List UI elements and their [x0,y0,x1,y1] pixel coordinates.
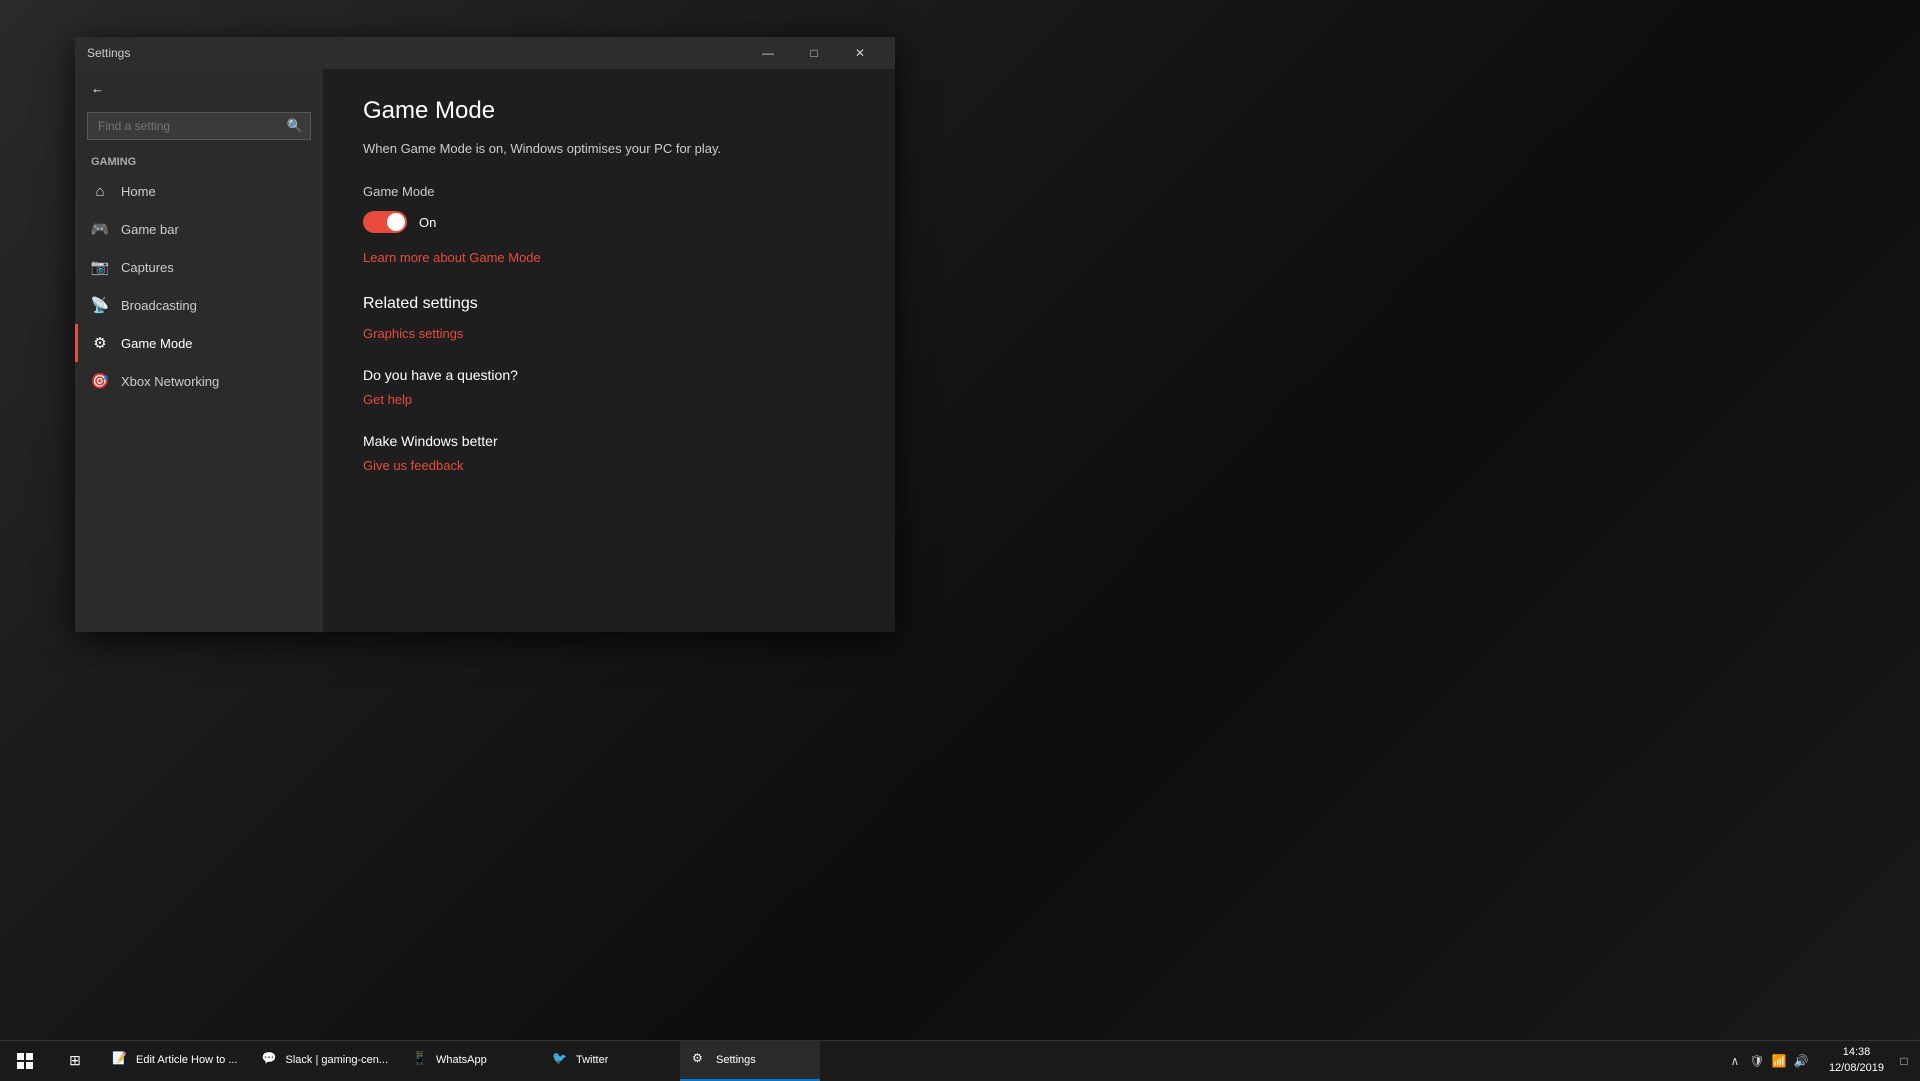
maximize-button[interactable]: □ [791,37,837,69]
question-heading: Do you have a question? [363,367,855,383]
taskbar-app-whatsapp[interactable]: 📱 WhatsApp [400,1041,540,1081]
main-content: Game Mode When Game Mode is on, Windows … [323,69,895,632]
taskbar-clock[interactable]: 14:38 12/08/2019 [1821,1045,1892,1076]
home-icon: ⌂ [91,182,109,200]
close-button[interactable]: ✕ [837,37,883,69]
window-titlebar: Settings — □ ✕ [75,37,895,69]
sidebar-item-home[interactable]: ⌂ Home [75,172,323,210]
sidebar-section-label: Gaming [75,148,323,172]
taskbar-app-label-edit-article: Edit Article How to ... [136,1054,237,1066]
sidebar-item-label-game-mode: Game Mode [121,336,193,351]
gamepad-icon: 🎮 [91,220,109,238]
taskbar-app-slack[interactable]: 💬 Slack | gaming-cen... [249,1041,400,1081]
taskbar-app-label-settings: Settings [716,1054,756,1066]
sidebar-item-xbox-networking[interactable]: 🎯 Xbox Networking [75,362,323,400]
sidebar-search-container: 🔍 [87,112,311,140]
task-view-button[interactable]: ⊞ [50,1041,100,1081]
back-arrow-icon: ← [91,81,104,96]
taskbar-left: ⊞ 📝 Edit Article How to ... 💬 Slack | ga… [0,1041,820,1080]
search-input[interactable] [87,112,311,140]
feedback-heading: Make Windows better [363,433,855,449]
clock-date: 12/08/2019 [1829,1061,1884,1076]
tray-arrow-icon: ∧ [1727,1053,1743,1069]
minimize-button[interactable]: — [745,37,791,69]
sidebar-item-broadcasting[interactable]: 📡 Broadcasting [75,286,323,324]
taskbar-app-edit-article[interactable]: 📝 Edit Article How to ... [100,1041,249,1081]
back-button[interactable]: ← [75,69,323,108]
toggle-state-label: On [419,215,436,230]
network-tray-icon: 📶 [1771,1053,1787,1069]
sidebar-item-label-captures: Captures [121,260,174,275]
sidebar-item-label-game-bar: Game bar [121,222,179,237]
camera-icon: 📷 [91,258,109,276]
taskbar-app-twitter[interactable]: 🐦 Twitter [540,1041,680,1081]
window-body: ← 🔍 Gaming ⌂ Home 🎮 Game bar � [75,69,895,632]
taskbar-app-label-slack: Slack | gaming-cen... [285,1054,388,1066]
settings-icon: ⚙ [692,1051,710,1069]
sidebar-item-game-bar[interactable]: 🎮 Game bar [75,210,323,248]
start-button[interactable] [0,1041,50,1081]
task-view-icon: ⊞ [69,1052,81,1069]
slack-icon: 💬 [261,1051,279,1069]
page-description: When Game Mode is on, Windows optimises … [363,141,855,156]
window-controls: — □ ✕ [745,37,883,69]
clock-time: 14:38 [1843,1045,1871,1060]
search-icon: 🔍 [287,118,303,134]
sidebar-item-label-broadcasting: Broadcasting [121,298,197,313]
sidebar: ← 🔍 Gaming ⌂ Home 🎮 Game bar � [75,69,323,632]
toggle-section-label: Game Mode [363,184,855,199]
taskbar-app-label-twitter: Twitter [576,1054,608,1066]
game-mode-toggle-row: On [363,211,855,233]
windows-icon [17,1053,33,1069]
taskbar-app-settings[interactable]: ⚙ Settings [680,1041,820,1081]
related-settings-heading: Related settings [363,295,855,313]
xbox-icon: 🎯 [91,372,109,390]
window-title: Settings [87,46,745,60]
toggle-thumb [387,213,405,231]
taskbar-right: ∧ 🛡 📶 🔊 14:38 12/08/2019 □ [1719,1041,1920,1080]
taskbar-app-label-whatsapp: WhatsApp [436,1054,487,1066]
get-help-link[interactable]: Get help [363,392,412,407]
notifications-icon[interactable]: □ [1896,1053,1912,1069]
give-feedback-link[interactable]: Give us feedback [363,458,463,473]
twitter-icon: 🐦 [552,1051,570,1069]
taskbar: ⊞ 📝 Edit Article How to ... 💬 Slack | ga… [0,1040,1920,1080]
sidebar-item-captures[interactable]: 📷 Captures [75,248,323,286]
game-mode-icon: ⚙ [91,334,109,352]
game-mode-toggle[interactable] [363,211,407,233]
sidebar-item-game-mode[interactable]: ⚙ Game Mode [75,324,323,362]
graphics-settings-link[interactable]: Graphics settings [363,326,463,341]
whatsapp-icon: 📱 [412,1051,430,1069]
shield-tray-icon: 🛡 [1749,1053,1765,1069]
system-tray[interactable]: ∧ 🛡 📶 🔊 [1719,1053,1817,1069]
learn-more-link[interactable]: Learn more about Game Mode [363,250,541,265]
broadcast-icon: 📡 [91,296,109,314]
sidebar-item-label-home: Home [121,184,156,199]
edit-article-icon: 📝 [112,1051,130,1069]
settings-window: Settings — □ ✕ ← 🔍 Gaming ⌂ H [75,37,895,632]
page-title: Game Mode [363,97,855,125]
volume-tray-icon: 🔊 [1793,1053,1809,1069]
sidebar-item-label-xbox-networking: Xbox Networking [121,374,219,389]
